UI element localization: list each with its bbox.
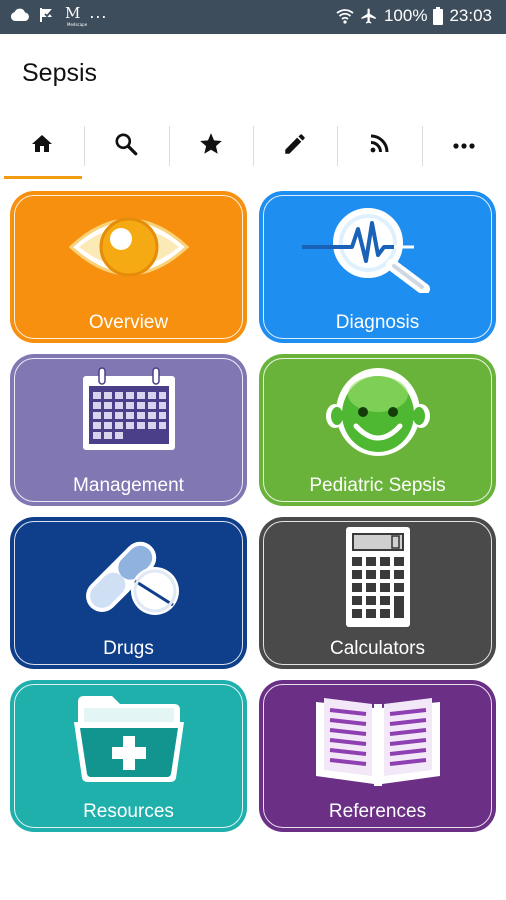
tab-home[interactable] [0, 124, 84, 179]
tile-overview[interactable]: Overview [10, 191, 247, 343]
clock: 23:03 [449, 6, 492, 25]
pills-icon [69, 529, 189, 623]
tab-bar [0, 124, 506, 180]
tile-label: Management [73, 475, 184, 496]
tab-notes[interactable] [252, 124, 337, 168]
status-bar: M Medscape ... 100% 23:03 [0, 0, 506, 34]
tab-feed[interactable] [337, 124, 421, 168]
tile-label: Drugs [103, 638, 154, 659]
flag-check-icon [39, 7, 56, 23]
tile-label: Resources [83, 801, 174, 822]
tile-diagnosis[interactable]: Diagnosis [259, 191, 496, 343]
calendar-icon [79, 366, 179, 454]
battery-icon [433, 7, 444, 25]
magnifier-pulse-icon [298, 203, 458, 293]
wifi-icon [336, 8, 354, 24]
calculator-icon [344, 525, 412, 629]
tile-management[interactable]: Management [10, 354, 247, 506]
medical-folder-icon [72, 692, 186, 784]
eye-icon [67, 203, 191, 291]
more-notifications-indicator: ... [89, 2, 108, 22]
airplane-mode-icon [360, 7, 378, 25]
tile-label: Calculators [329, 638, 426, 659]
cloud-icon [10, 8, 30, 22]
page-title: Sepsis [22, 59, 98, 87]
pencil-icon [282, 131, 308, 162]
tab-more[interactable] [421, 124, 506, 168]
book-icon [312, 692, 444, 786]
tile-drugs[interactable]: Drugs [10, 517, 247, 669]
tab-favorites[interactable] [168, 124, 253, 168]
tile-label: Pediatric Sepsis [309, 475, 446, 496]
tile-calculators[interactable]: Calculators [259, 517, 496, 669]
tile-references[interactable]: References [259, 680, 496, 832]
home-icon [29, 132, 55, 161]
rss-icon [367, 132, 391, 161]
tile-pediatric-sepsis[interactable]: Pediatric Sepsis [259, 354, 496, 506]
child-face-icon [323, 366, 433, 458]
tile-label: Diagnosis [335, 312, 420, 333]
search-icon [113, 131, 139, 162]
more-icon [452, 137, 476, 155]
tile-resources[interactable]: Resources [10, 680, 247, 832]
tile-label: Overview [88, 312, 169, 333]
tile-label: References [328, 801, 427, 822]
star-icon [198, 131, 224, 162]
tab-search[interactable] [84, 124, 168, 168]
battery-percent: 100% [383, 6, 428, 25]
medscape-logo: M Medscape [65, 4, 88, 28]
